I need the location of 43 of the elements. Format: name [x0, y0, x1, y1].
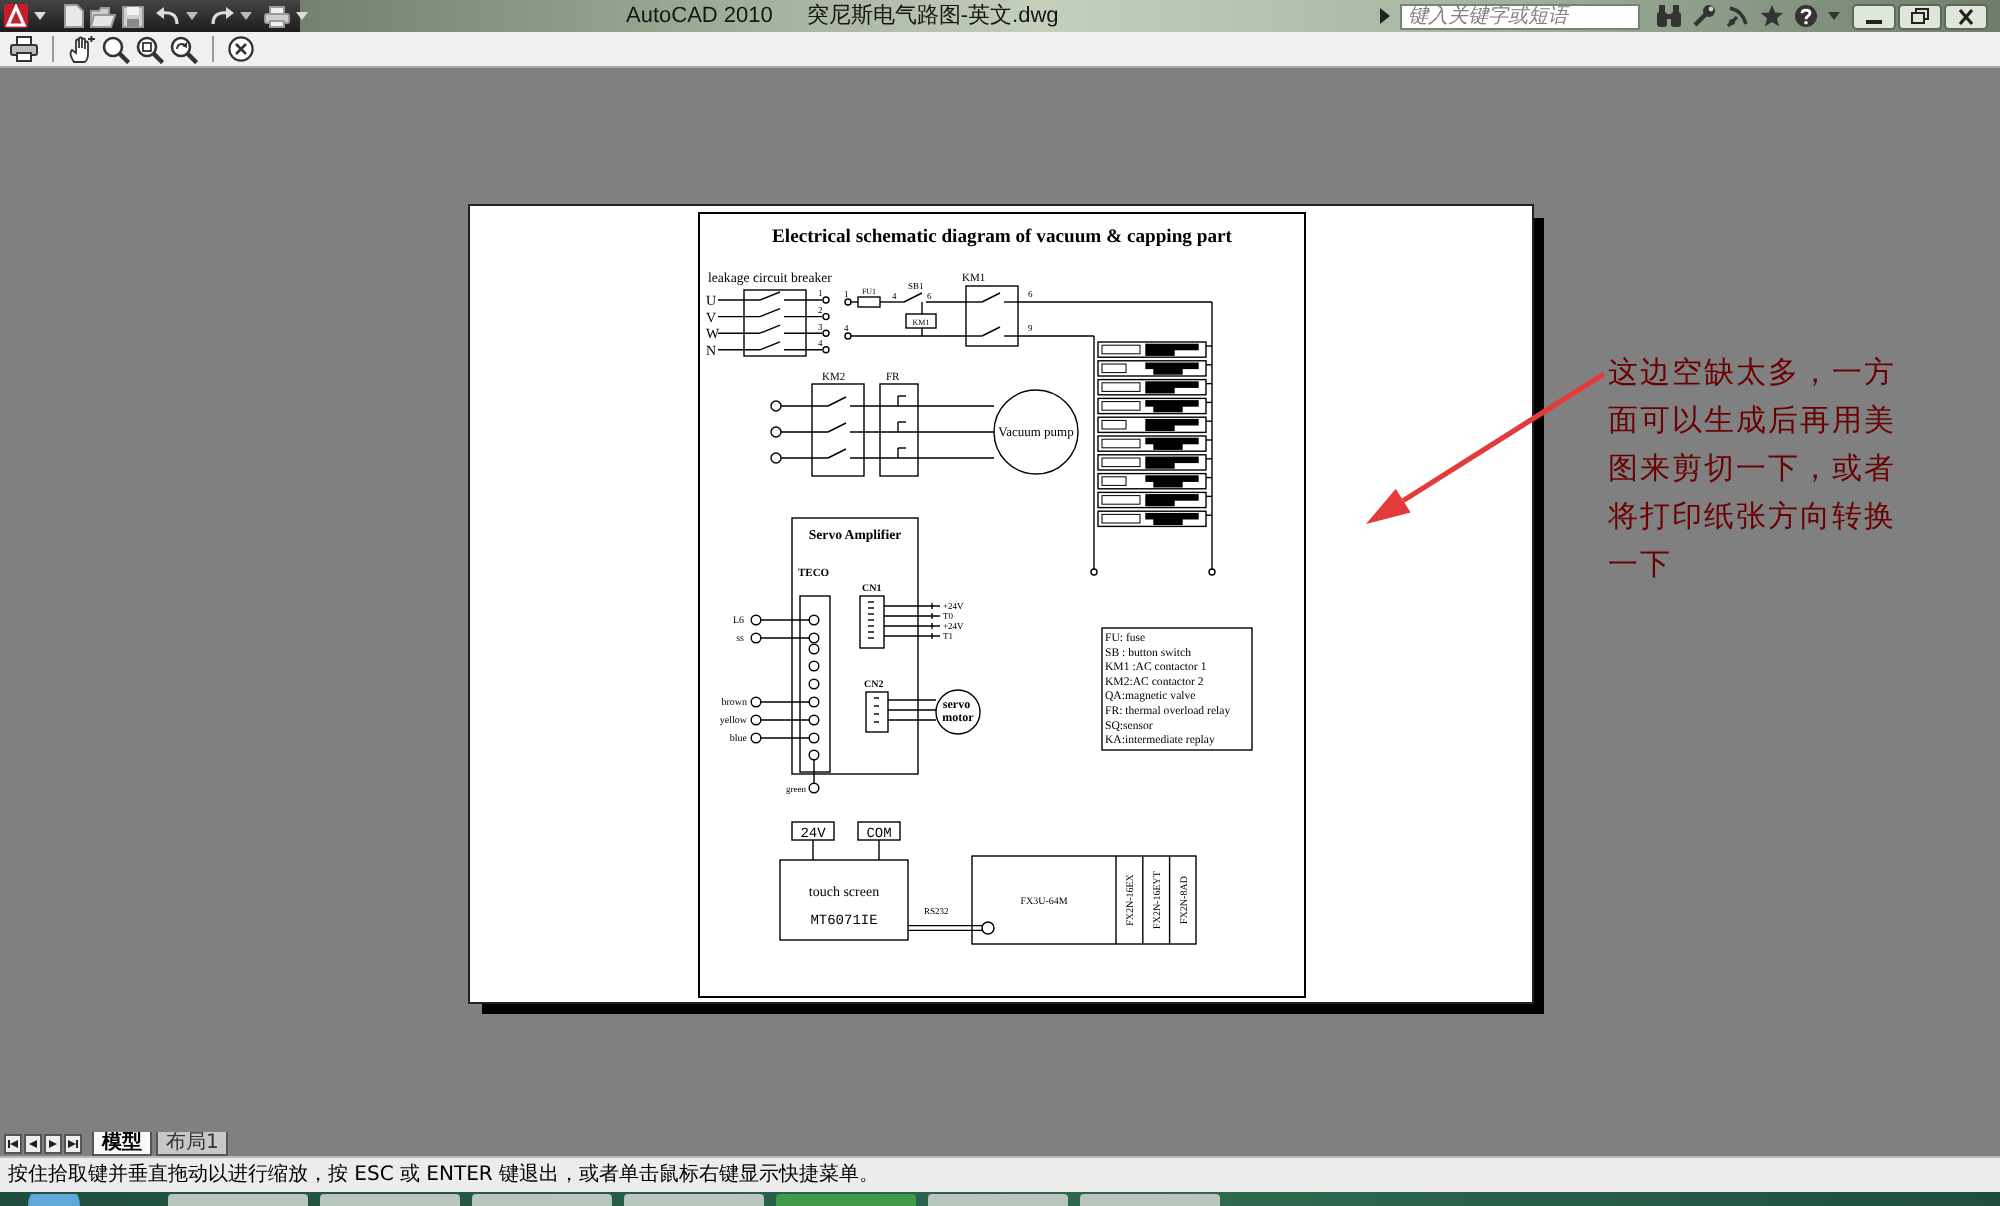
minimize-icon[interactable] [1852, 3, 1896, 29]
star-icon[interactable] [1760, 4, 1784, 28]
caret-icon[interactable] [1380, 8, 1390, 24]
first-arrow-icon[interactable] [4, 1134, 22, 1154]
caret-icon[interactable] [240, 12, 252, 20]
servo-motor-symbol [934, 689, 980, 735]
annotation-text: 这边空缺太多，一方面可以生成后再用美图来剪切一下，或者将打印纸张方向转换一下 [1608, 352, 1898, 586]
layout-tab[interactable]: 模型 [92, 1132, 152, 1156]
left-arrow-icon[interactable] [24, 1134, 42, 1154]
new-file-icon[interactable] [64, 4, 84, 28]
layout-tab[interactable]: 布局1 [156, 1132, 229, 1156]
start-orb-icon[interactable] [28, 1194, 80, 1206]
magnifier-icon[interactable] [102, 35, 130, 63]
antenna-icon[interactable] [1726, 4, 1750, 28]
document-name: 突尼斯电气路图-英文.dwg [806, 2, 1059, 30]
wrench-icon[interactable] [1692, 4, 1716, 28]
redo-icon[interactable] [210, 6, 234, 26]
caret-icon[interactable] [296, 12, 308, 20]
restore-icon[interactable] [1898, 3, 1942, 29]
right-arrow-icon[interactable] [44, 1134, 62, 1154]
save-icon[interactable] [122, 5, 144, 27]
last-arrow-icon[interactable] [64, 1134, 82, 1154]
connector-block [858, 595, 940, 649]
magnifier-window-icon[interactable] [136, 35, 164, 63]
hand-icon[interactable] [68, 35, 96, 63]
undo-icon[interactable] [156, 6, 180, 26]
app-logo-icon[interactable] [4, 4, 28, 28]
help-icon[interactable] [1794, 4, 1818, 28]
drawing-title: Electrical schematic diagram of vacuum & capping part [771, 226, 1231, 248]
print-icon[interactable] [10, 36, 38, 62]
connector-block [864, 691, 936, 733]
caret-icon[interactable] [34, 12, 46, 20]
motor-symbol [992, 389, 1078, 475]
binoculars-icon[interactable] [1656, 4, 1682, 28]
print-icon[interactable] [264, 5, 290, 27]
command-prompt: 按住拾取键并垂直拖动以进行缩放，按 ESC 或 ENTER 键退出，或者单击鼠标右键显示快捷菜单。 [8, 1163, 880, 1187]
open-folder-icon[interactable] [90, 5, 116, 27]
cable-drawing [906, 921, 994, 935]
caret-icon[interactable] [186, 12, 198, 20]
app-name: AutoCAD 2010 [626, 2, 773, 30]
close-icon[interactable] [1944, 3, 1988, 29]
touch-screen-wiring [778, 821, 908, 941]
close-icon[interactable] [228, 36, 254, 62]
